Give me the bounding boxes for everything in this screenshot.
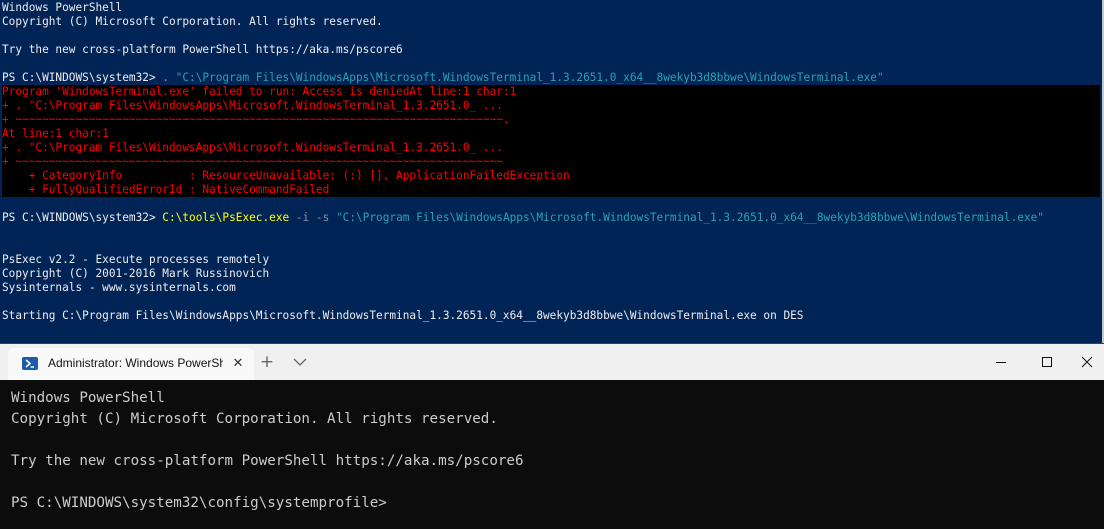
minimize-button[interactable]: [978, 344, 1024, 380]
chevron-down-icon[interactable]: [291, 354, 309, 370]
console-line: Sysinternals - www.sysinternals.com: [2, 281, 236, 294]
minimize-icon: [996, 362, 1006, 363]
console-line: Copyright (C) 2001-2016 Mark Russinovich: [2, 267, 270, 280]
console-line: Starting C:\Program Files\WindowsApps\Mi…: [2, 309, 804, 322]
maximize-button[interactable]: [1024, 344, 1070, 380]
command-path: "C:\Program Files\WindowsApps\Microsoft.…: [175, 71, 884, 84]
prompt: PS C:\WINDOWS\system32>: [2, 211, 163, 224]
powershell-output: Windows PowerShell Copyright (C) Microsof…: [2, 1, 1100, 323]
tab-title: Administrator: Windows PowerShell: [48, 356, 223, 370]
command-exe: C:\tools\PsExec.exe: [162, 211, 290, 224]
command-args: -i -s: [289, 211, 336, 224]
windows-terminal-window[interactable]: Administrator: Windows PowerShell ✕ + Wi…: [0, 343, 1104, 529]
error-line: At line:1 char:1: [2, 127, 1100, 141]
console-line: PS C:\WINDOWS\system32> C:\tools\PsExec.…: [2, 211, 1100, 225]
maximize-icon: [1042, 357, 1052, 367]
error-line: + ~~~~~~~~~~~~~~~~~~~~~~~~~~~~~~~~~~~~~~…: [2, 155, 1100, 169]
error-line: + FullyQualifiedErrorId : NativeCommandF…: [2, 183, 1100, 197]
error-line: + . "C:\Program Files\WindowsApps\Micros…: [2, 141, 1100, 155]
error-line: + . "C:\Program Files\WindowsApps\Micros…: [2, 99, 1100, 113]
close-window-button[interactable]: [1070, 344, 1104, 380]
terminal-output[interactable]: Windows PowerShell Copyright (C) Microsof…: [11, 388, 524, 514]
console-line: PS C:\WINDOWS\system32> . "C:\Program Fi…: [2, 71, 1100, 85]
console-line: Copyright (C) Microsoft Corporation. All…: [2, 15, 383, 28]
terminal-line: PS C:\WINDOWS\system32\config\systemprof…: [11, 495, 387, 511]
terminal-line: Copyright (C) Microsoft Corporation. All…: [11, 411, 498, 427]
background-powershell-window[interactable]: Windows PowerShell Copyright (C) Microsof…: [0, 0, 1104, 343]
error-line: + ~~~~~~~~~~~~~~~~~~~~~~~~~~~~~~~~~~~~~~…: [2, 113, 1100, 127]
close-icon: [1081, 356, 1093, 368]
terminal-line: Try the new cross-platform PowerShell ht…: [11, 453, 524, 469]
console-line: Try the new cross-platform PowerShell ht…: [2, 43, 403, 56]
terminal-line: Windows PowerShell: [11, 390, 165, 406]
error-line: + CategoryInfo : ResourceUnavailable: (:…: [2, 169, 1100, 183]
error-line: Program 'WindowsTerminal.exe' failed to …: [2, 85, 1100, 99]
console-line: Windows PowerShell: [2, 1, 123, 14]
dot-operator: .: [162, 71, 176, 84]
title-bar[interactable]: Administrator: Windows PowerShell ✕ +: [0, 344, 1104, 380]
console-line: PsExec v2.2 - Execute processes remotely: [2, 253, 270, 266]
tab-administrator-powershell[interactable]: Administrator: Windows PowerShell ✕: [8, 348, 254, 380]
new-tab-button[interactable]: +: [258, 353, 276, 371]
powershell-icon: [22, 357, 38, 370]
command-path: "C:\Program Files\WindowsApps\Microsoft.…: [335, 211, 1044, 224]
close-tab-icon[interactable]: ✕: [230, 356, 246, 372]
prompt: PS C:\WINDOWS\system32>: [2, 71, 163, 84]
